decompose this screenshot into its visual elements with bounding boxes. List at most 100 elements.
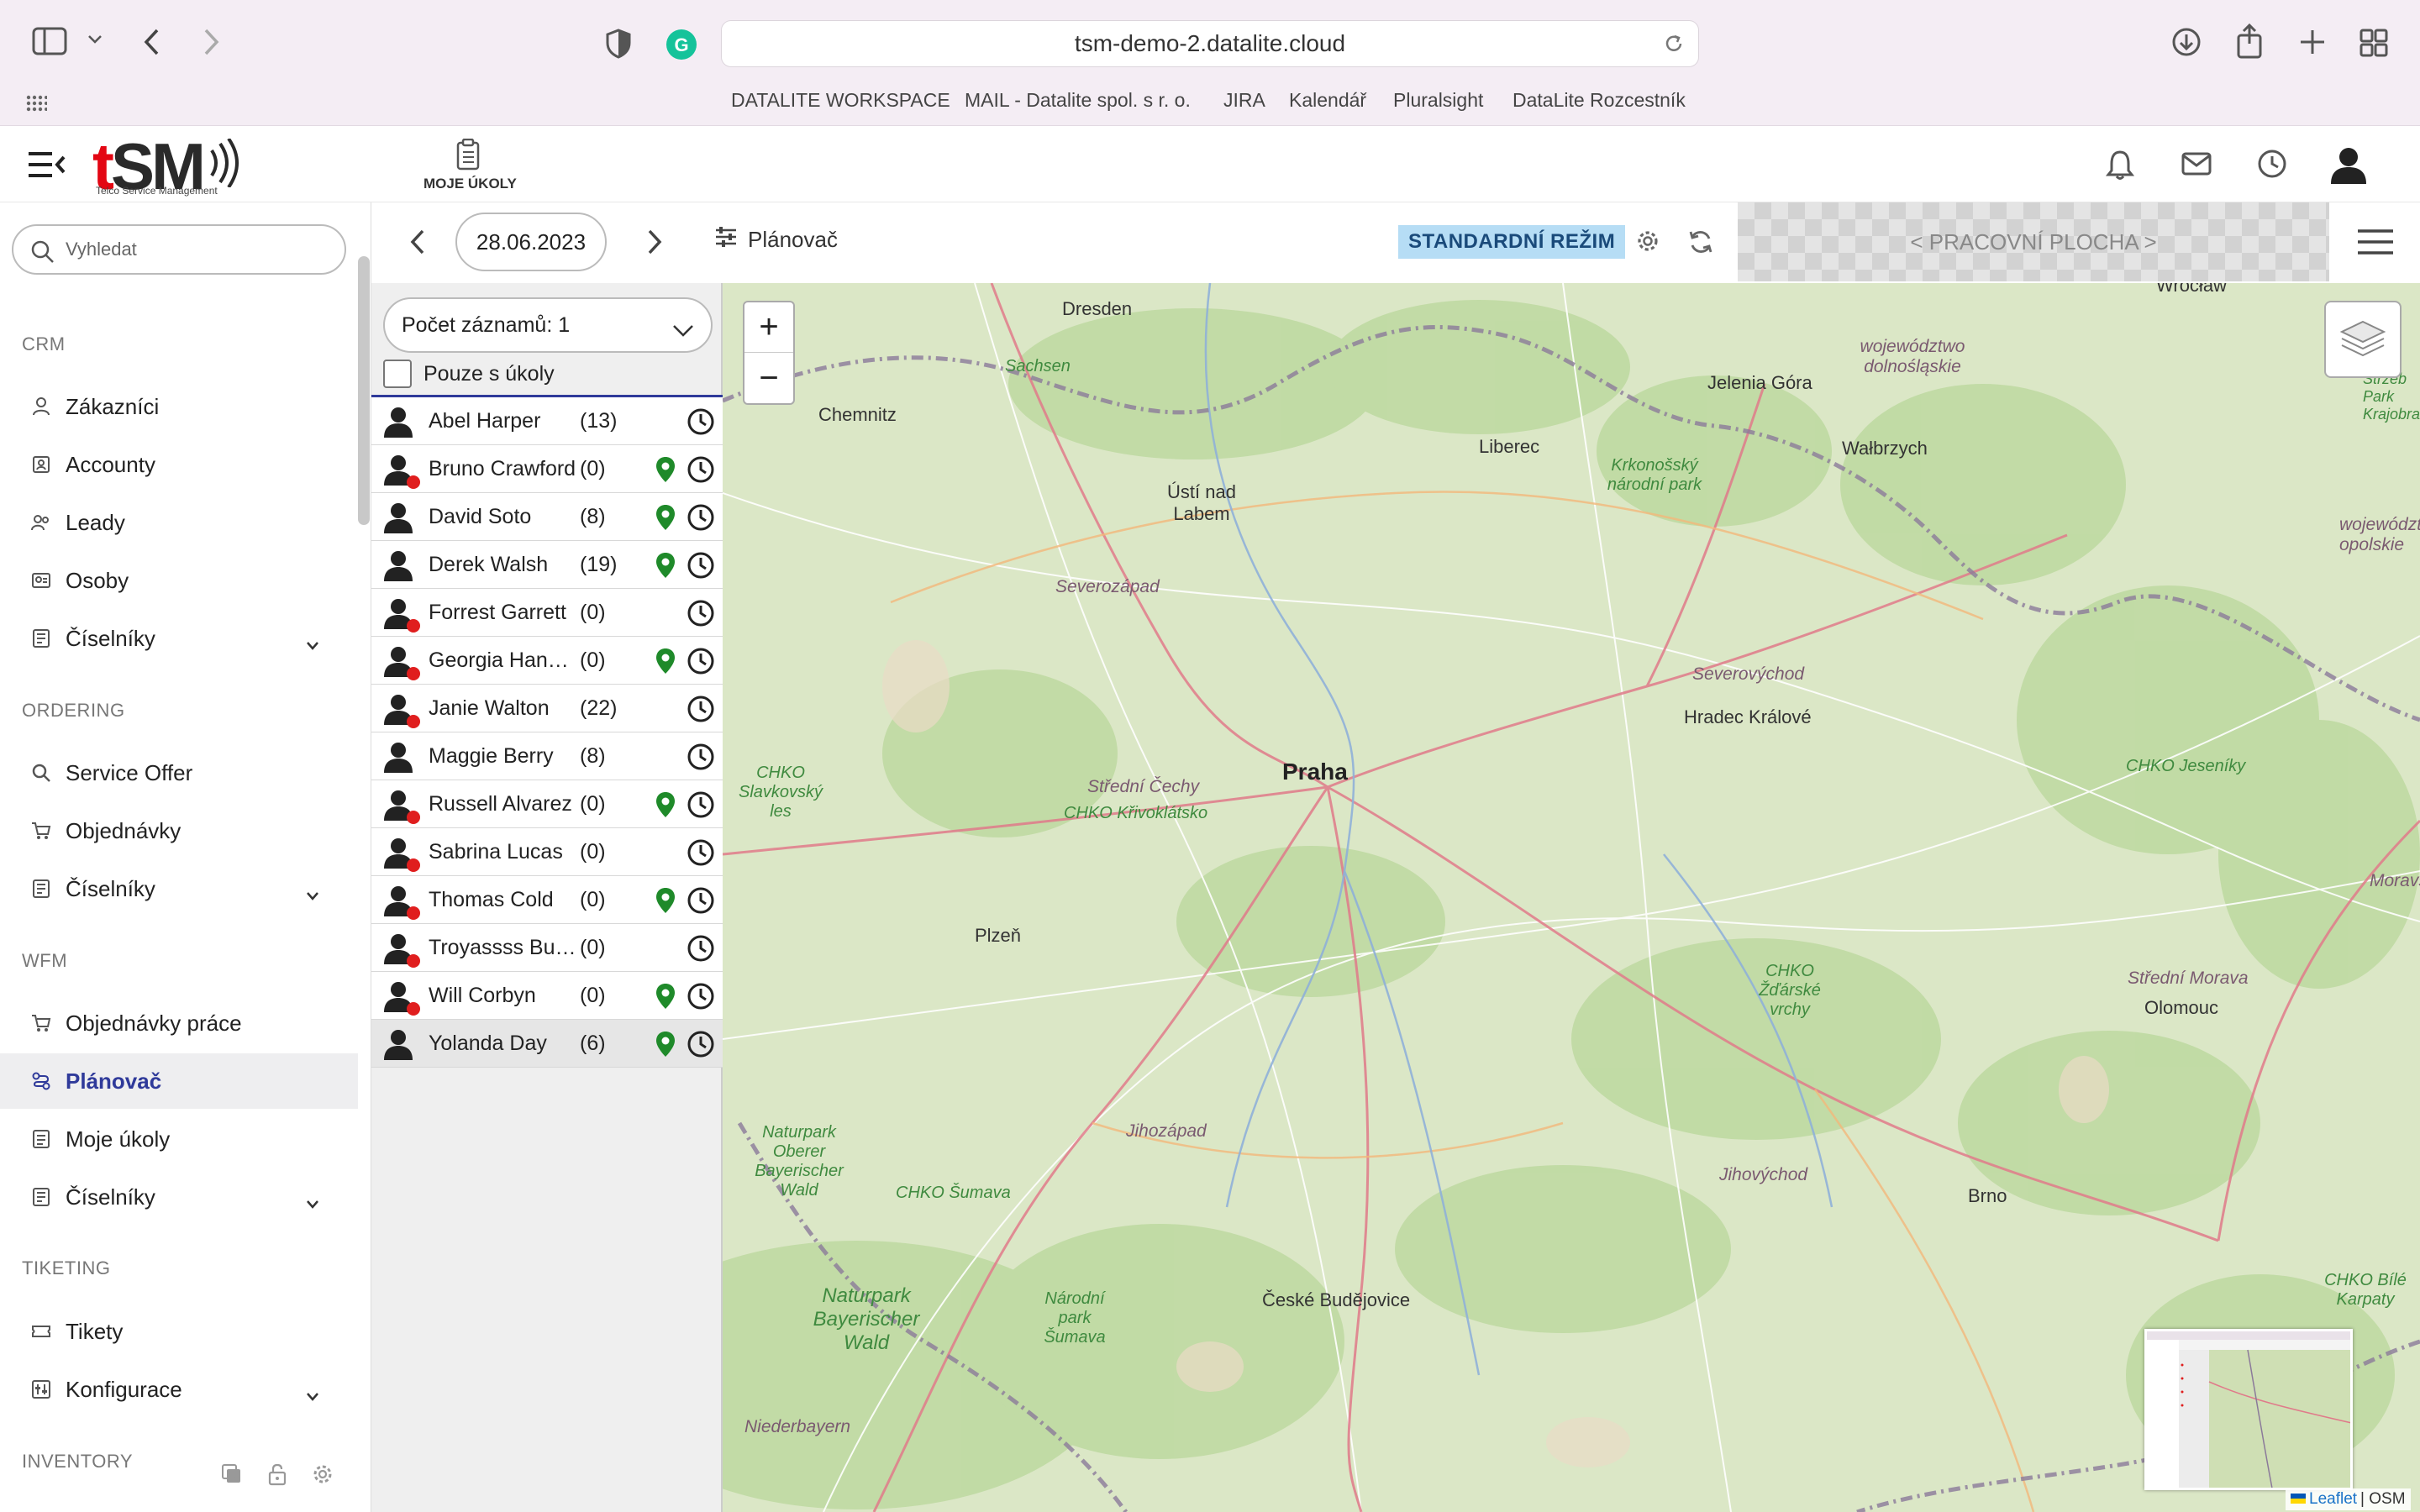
forward-icon[interactable] — [202, 27, 222, 57]
worker-row[interactable]: Georgia Hansen (0) — [371, 637, 723, 685]
schedule-clock-icon[interactable] — [687, 743, 715, 775]
sidebar-item-ciselniky-ordering[interactable]: Číselníky — [0, 861, 358, 916]
history-clock-icon[interactable] — [2257, 149, 2287, 179]
worker-row[interactable]: Russell Alvarez (0) — [371, 780, 723, 828]
bookmark-pluralsight[interactable]: Pluralsight — [1393, 89, 1483, 112]
settings-gear-icon[interactable] — [1635, 228, 1660, 254]
location-pin-icon[interactable] — [655, 552, 676, 583]
sidebar-toggle-icon[interactable] — [32, 27, 67, 55]
worker-row[interactable]: Sabrina Lucas (0) — [371, 828, 723, 876]
bookmark-mail[interactable]: MAIL - Datalite spol. s r. o. — [965, 89, 1191, 112]
sidebar-item-label: Číselníky — [66, 625, 155, 651]
worker-row[interactable]: Thomas Cold (0) — [371, 876, 723, 924]
chevron-down-icon[interactable] — [87, 34, 103, 45]
sidebar-scrollbar[interactable] — [358, 256, 370, 525]
account-icon — [30, 454, 52, 475]
schedule-clock-icon[interactable] — [687, 647, 715, 680]
back-icon[interactable] — [141, 27, 161, 57]
hamburger-menu-icon[interactable] — [2356, 228, 2395, 255]
worker-row[interactable]: Yolanda Day (6) — [371, 1020, 723, 1068]
worker-row[interactable]: Maggie Berry (8) — [371, 732, 723, 780]
location-pin-icon[interactable] — [655, 983, 676, 1014]
only-with-tasks-filter[interactable]: Pouze s úkoly — [383, 360, 555, 388]
sidebar-item-objednavky[interactable]: Objednávky — [0, 803, 358, 858]
zoom-out-button[interactable]: − — [744, 353, 793, 403]
location-pin-icon[interactable] — [655, 504, 676, 535]
schedule-clock-icon[interactable] — [687, 982, 715, 1015]
date-picker-input[interactable]: 28.06.2023 — [455, 213, 607, 271]
map-layers-button[interactable] — [2324, 301, 2402, 378]
planner-filter-button[interactable]: Plánovač — [714, 227, 838, 253]
previous-day-icon[interactable] — [408, 228, 427, 255]
sidebar-item-moje-ukoly[interactable]: Moje úkoly — [0, 1111, 358, 1167]
new-tab-icon[interactable] — [2299, 29, 2326, 55]
location-pin-icon[interactable] — [655, 1031, 676, 1062]
schedule-clock-icon[interactable] — [687, 407, 715, 440]
mail-icon[interactable] — [2181, 152, 2212, 176]
sidebar-item-ciselniky-crm[interactable]: Číselníky — [0, 611, 358, 666]
bookmark-datalite-workspace[interactable]: DATALITE WORKSPACE — [731, 89, 950, 112]
schedule-clock-icon[interactable] — [687, 503, 715, 536]
map-view[interactable]: Dresden Wrocław Sachsen Chemnitz Liberec… — [723, 283, 2420, 1512]
grammarly-icon[interactable]: G — [666, 29, 697, 60]
worker-row[interactable]: Bruno Crawford (0) — [371, 445, 723, 493]
location-pin-icon[interactable] — [655, 456, 676, 487]
schedule-clock-icon[interactable] — [687, 455, 715, 488]
unlock-icon[interactable] — [266, 1462, 289, 1490]
worker-row[interactable]: Derek Walsh (19) — [371, 541, 723, 589]
share-icon[interactable] — [2235, 24, 2264, 59]
map-label-sumava-np: Národní park Šumava — [1044, 1289, 1106, 1347]
leaflet-link[interactable]: Leaflet — [2309, 1490, 2357, 1509]
download-icon[interactable] — [2171, 27, 2202, 57]
worker-row[interactable]: Will Corbyn (0) — [371, 972, 723, 1020]
sidebar-item-osoby[interactable]: Osoby — [0, 553, 358, 608]
sidebar-item-planovac[interactable]: Plánovač — [0, 1053, 358, 1109]
sidebar-item-ciselniky-wfm[interactable]: Číselníky — [0, 1169, 358, 1225]
location-pin-icon[interactable] — [655, 791, 676, 822]
worker-row[interactable]: David Soto (8) — [371, 493, 723, 541]
schedule-clock-icon[interactable] — [687, 1030, 715, 1063]
menu-collapse-icon[interactable] — [27, 150, 66, 179]
schedule-clock-icon[interactable] — [687, 551, 715, 584]
next-day-icon[interactable] — [645, 228, 664, 255]
bookmark-rozcestnik[interactable]: DataLite Rozcestník — [1512, 89, 1686, 112]
sidebar-item-service-offer[interactable]: Service Offer — [0, 745, 358, 801]
user-avatar-icon[interactable] — [2329, 145, 2368, 184]
worker-row[interactable]: Troyassss Butler (0) — [371, 924, 723, 972]
sidebar-item-zakaznici[interactable]: Zákazníci — [0, 379, 358, 434]
sidebar-search-input[interactable]: Vyhledat — [12, 224, 346, 275]
reload-icon[interactable] — [1663, 33, 1685, 60]
apps-grid-icon[interactable] — [25, 92, 47, 114]
schedule-clock-icon[interactable] — [687, 838, 715, 871]
privacy-shield-icon[interactable] — [605, 29, 632, 59]
address-bar[interactable]: tsm-demo-2.datalite.cloud — [721, 20, 1699, 67]
bell-icon[interactable] — [2106, 149, 2134, 181]
worker-row[interactable]: Abel Harper (13) — [371, 397, 723, 445]
only-with-tasks-checkbox[interactable] — [383, 360, 412, 388]
bookmark-calendar[interactable]: Kalendář — [1289, 89, 1366, 112]
gear-icon[interactable] — [311, 1462, 334, 1490]
sidebar-item-tikety[interactable]: Tikety — [0, 1304, 358, 1359]
zoom-in-button[interactable]: + — [744, 302, 793, 353]
worker-row[interactable]: Forrest Garrett (0) — [371, 589, 723, 637]
worker-row[interactable]: Janie Walton (22) — [371, 685, 723, 732]
schedule-clock-icon[interactable] — [687, 886, 715, 919]
record-count-select[interactable]: Počet záznamů: 1 — [383, 297, 713, 353]
mode-badge[interactable]: STANDARDNÍ REŽIM — [1398, 225, 1626, 259]
schedule-clock-icon[interactable] — [687, 695, 715, 727]
workspace-panel[interactable]: < PRACOVNÍ PLOCHA > — [1738, 202, 2329, 281]
map-minimap[interactable] — [2144, 1329, 2353, 1490]
schedule-clock-icon[interactable] — [687, 599, 715, 632]
bookmark-jira[interactable]: JIRA — [1223, 89, 1265, 112]
sidebar-item-accounty[interactable]: Accounty — [0, 437, 358, 492]
sidebar-item-konfigurace[interactable]: Konfigurace — [0, 1362, 358, 1417]
refresh-icon[interactable] — [1687, 228, 1714, 255]
location-pin-icon[interactable] — [655, 887, 676, 918]
sidebar-item-objednavky-prace[interactable]: Objednávky práce — [0, 995, 358, 1051]
schedule-clock-icon[interactable] — [687, 790, 715, 823]
copy-icon[interactable] — [220, 1462, 244, 1490]
location-pin-icon[interactable] — [655, 648, 676, 679]
sidebar-item-leady[interactable]: Leady — [0, 495, 358, 550]
tab-overview-icon[interactable] — [2360, 29, 2388, 57]
schedule-clock-icon[interactable] — [687, 934, 715, 967]
